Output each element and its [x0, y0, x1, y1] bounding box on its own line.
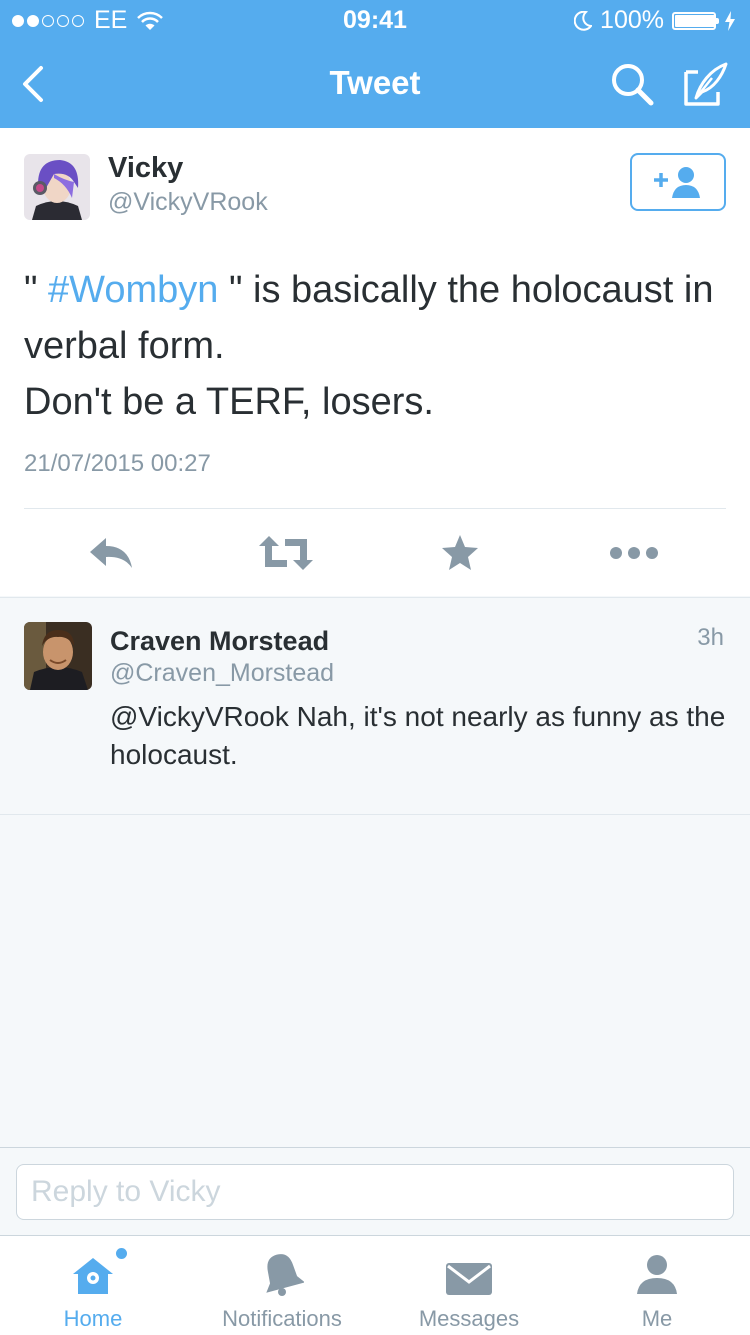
tweet-detail: Vicky @VickyVRook " #Wombyn " is basical… [0, 128, 750, 596]
tab-messages[interactable]: Messages [404, 1236, 534, 1335]
charging-bolt-icon [725, 10, 735, 31]
tab-bar: Home Notifications Messages Me [0, 1235, 750, 1335]
tweet-text-prefix: " [24, 269, 49, 311]
favorite-button[interactable] [430, 528, 490, 578]
tab-label: Notifications [222, 1306, 342, 1331]
tab-label: Messages [418, 1306, 520, 1331]
status-bar: EE 09:41 100% [0, 0, 750, 40]
battery-percent: 100% [600, 6, 664, 34]
retweet-icon [259, 536, 313, 570]
app-header: EE 09:41 100% Tweet [0, 0, 750, 128]
tab-notifications[interactable]: Notifications [202, 1236, 362, 1335]
avatar[interactable] [24, 622, 92, 690]
envelope-icon [446, 1263, 492, 1295]
tab-label: Home [63, 1306, 123, 1331]
tab-label: Me [641, 1306, 673, 1331]
reply-author-name[interactable]: Craven Morstead [110, 626, 329, 657]
follow-button[interactable] [630, 153, 726, 211]
reply-time: 3h [697, 624, 724, 651]
more-button[interactable] [604, 528, 664, 578]
avatar[interactable] [24, 154, 90, 220]
new-content-dot [116, 1248, 127, 1259]
reply-button[interactable] [82, 528, 142, 578]
compose-icon[interactable] [682, 60, 730, 108]
tab-home[interactable]: Home [38, 1236, 148, 1335]
divider [24, 508, 726, 509]
reply-icon [90, 538, 132, 568]
reply-input[interactable] [16, 1164, 734, 1220]
tweet-text-line2: Don't be a TERF, losers. [24, 381, 434, 423]
home-icon [73, 1258, 113, 1294]
battery-icon [672, 11, 719, 30]
bell-icon [266, 1254, 304, 1296]
person-icon [637, 1255, 677, 1294]
search-icon[interactable] [608, 60, 656, 108]
more-icon [610, 547, 658, 559]
tweet-timestamp: 21/07/2015 00:27 [24, 450, 211, 477]
author-name[interactable]: Vicky [108, 152, 183, 185]
tweet-text: " #Wombyn " is basically the holocaust i… [24, 262, 734, 430]
reply-bar [0, 1147, 750, 1236]
author-handle[interactable]: @VickyVRook [108, 188, 268, 217]
favorite-icon [442, 535, 478, 570]
retweet-button[interactable] [256, 528, 316, 578]
reply-tweet[interactable]: Craven Morstead @Craven_Morstead 3h @Vic… [0, 597, 750, 815]
tab-me[interactable]: Me [612, 1236, 702, 1335]
add-user-icon [654, 167, 700, 198]
moon-icon [574, 10, 593, 31]
status-right: 100% [574, 6, 736, 35]
hashtag-link[interactable]: #Wombyn [48, 269, 218, 311]
reply-text: @VickyVRook Nah, it's not nearly as funn… [110, 701, 726, 770]
reply-author-handle[interactable]: @Craven_Morstead [110, 659, 334, 688]
